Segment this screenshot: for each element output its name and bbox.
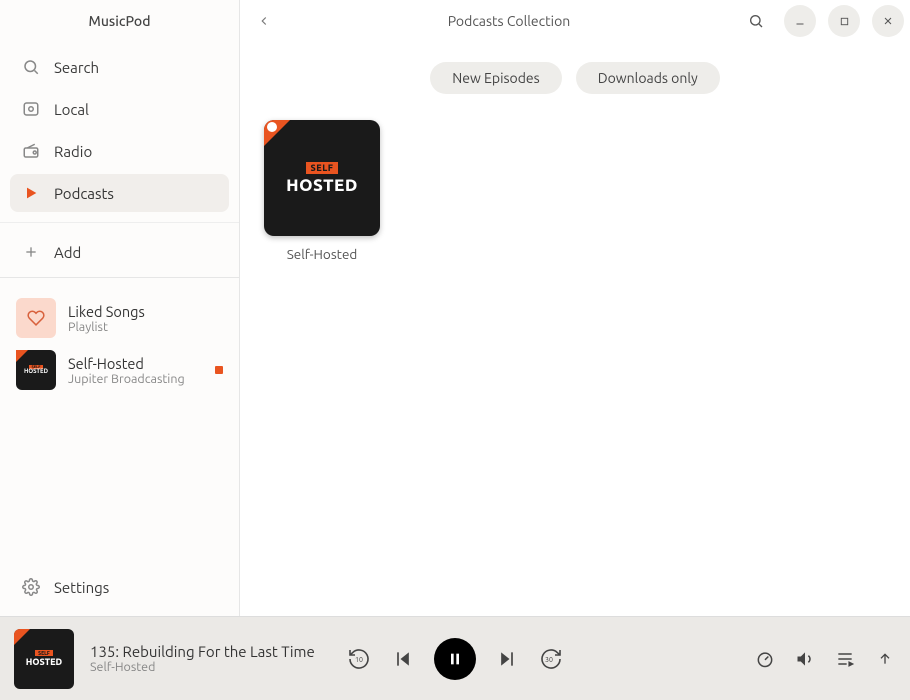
plus-icon [22,243,40,261]
filter-downloads-only[interactable]: Downloads only [576,62,720,94]
player-right-controls [754,648,896,670]
sidebar: MusicPod Search Local [0,0,240,616]
volume-icon [795,649,815,669]
now-playing-info[interactable]: 135: Rebuilding For the Last Time Self-H… [90,643,315,674]
app-title: MusicPod [0,0,239,42]
library-item-title: Self-Hosted [68,355,185,372]
now-playing-cover[interactable]: SELF HOSTED [14,629,74,689]
sidebar-item-label: Radio [54,143,92,160]
drive-icon [22,100,40,118]
sidebar-item-podcasts[interactable]: Podcasts [10,174,229,212]
sidebar-item-add[interactable]: Add [10,233,229,271]
cover-text-top: SELF [306,162,339,174]
sidebar-item-label: Search [54,59,99,76]
main-panel: Podcasts Collection [240,0,910,616]
maximize-icon [839,16,850,27]
heart-icon [16,298,56,338]
sidebar-item-settings[interactable]: Settings [10,568,229,606]
sidebar-item-radio[interactable]: Radio [10,132,229,170]
filter-new-episodes[interactable]: New Episodes [430,62,562,94]
podcast-card-self-hosted[interactable]: SELF HOSTED Self-Hosted [264,120,380,262]
player-controls: 10 30 [346,638,564,680]
sidebar-item-label: Podcasts [54,185,114,202]
minimize-icon [794,15,806,27]
window-maximize-button[interactable] [828,5,860,37]
sidebar-item-label: Settings [54,579,109,596]
library-item-self-hosted[interactable]: SELF HOSTED Self-Hosted Jupiter Broadcas… [0,344,239,396]
library-item-title: Liked Songs [68,303,145,320]
podcast-grid: SELF HOSTED Self-Hosted [264,120,886,262]
sidebar-item-local[interactable]: Local [10,90,229,128]
play-pause-button[interactable] [434,638,476,680]
queue-icon [835,649,855,669]
search-icon [22,58,40,76]
sidebar-library: Liked Songs Playlist SELF HOSTED Self-Ho… [0,277,239,562]
player-bar: SELF HOSTED 135: Rebuilding For the Last… [0,616,910,700]
now-playing-title: 135: Rebuilding For the Last Time [90,643,315,660]
library-item-subtitle: Playlist [68,320,145,334]
pause-icon [447,651,463,667]
playback-speed-button[interactable] [754,648,776,670]
library-item-subtitle: Jupiter Broadcasting [68,372,185,386]
previous-icon [393,649,413,669]
window-close-button[interactable] [872,5,904,37]
previous-track-button[interactable] [390,646,416,672]
sidebar-item-label: Local [54,101,89,118]
cover-text-bottom: HOSTED [286,176,358,195]
divider [0,222,239,223]
expand-player-button[interactable] [874,648,896,670]
header-bar: Podcasts Collection [240,0,910,42]
gear-icon [22,578,40,596]
header-search-button[interactable] [740,5,772,37]
close-icon [882,15,894,27]
window-minimize-button[interactable] [784,5,816,37]
podcast-cover-thumb: SELF HOSTED [16,350,56,390]
new-indicator [215,366,223,374]
skip-back-10-button[interactable]: 10 [346,646,372,672]
chevron-up-icon [877,651,893,667]
page-title: Podcasts Collection [290,13,728,29]
forward-30-icon: 30 [539,647,563,671]
podcast-title: Self-Hosted [264,246,380,262]
now-playing-subtitle: Self-Hosted [90,660,315,674]
podcast-cover: SELF HOSTED [264,120,380,236]
speed-icon [755,649,775,669]
sidebar-item-search[interactable]: Search [10,48,229,86]
filter-row: New Episodes Downloads only [264,62,886,94]
library-item-liked-songs[interactable]: Liked Songs Playlist [0,292,239,344]
rewind-10-icon: 10 [347,647,371,671]
next-track-button[interactable] [494,646,520,672]
next-icon [497,649,517,669]
sidebar-item-label: Add [54,244,81,261]
play-icon [22,184,40,202]
search-icon [748,13,764,29]
volume-button[interactable] [794,648,816,670]
skip-forward-30-button[interactable]: 30 [538,646,564,672]
queue-button[interactable] [834,648,856,670]
radio-icon [22,142,40,160]
back-button[interactable] [246,3,282,39]
